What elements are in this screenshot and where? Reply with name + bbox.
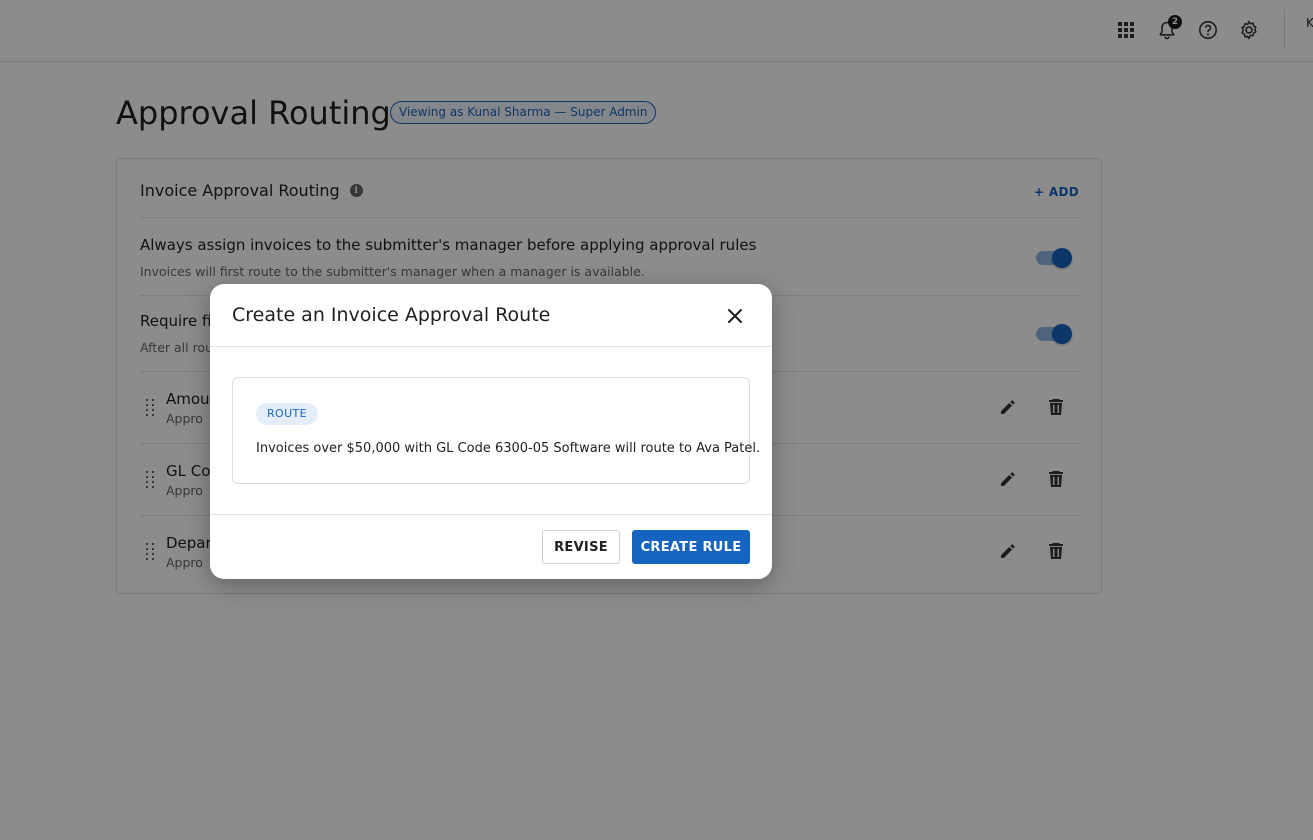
route-summary-box: ROUTE Invoices over $50,000 with GL Code… [232,377,760,484]
route-badge: ROUTE [256,403,319,425]
close-icon[interactable] [723,304,747,328]
divider [210,346,772,347]
create-rule-button[interactable]: CREATE RULE [632,530,750,564]
dialog-title: Create an Invoice Approval Route [232,304,551,326]
route-description: Invoices over $50,000 with GL Code 6300-… [256,441,761,456]
create-route-dialog: Create an Invoice Approval Route ROUTE I… [210,284,772,579]
revise-button[interactable]: REVISE [542,530,620,564]
divider [210,514,772,515]
